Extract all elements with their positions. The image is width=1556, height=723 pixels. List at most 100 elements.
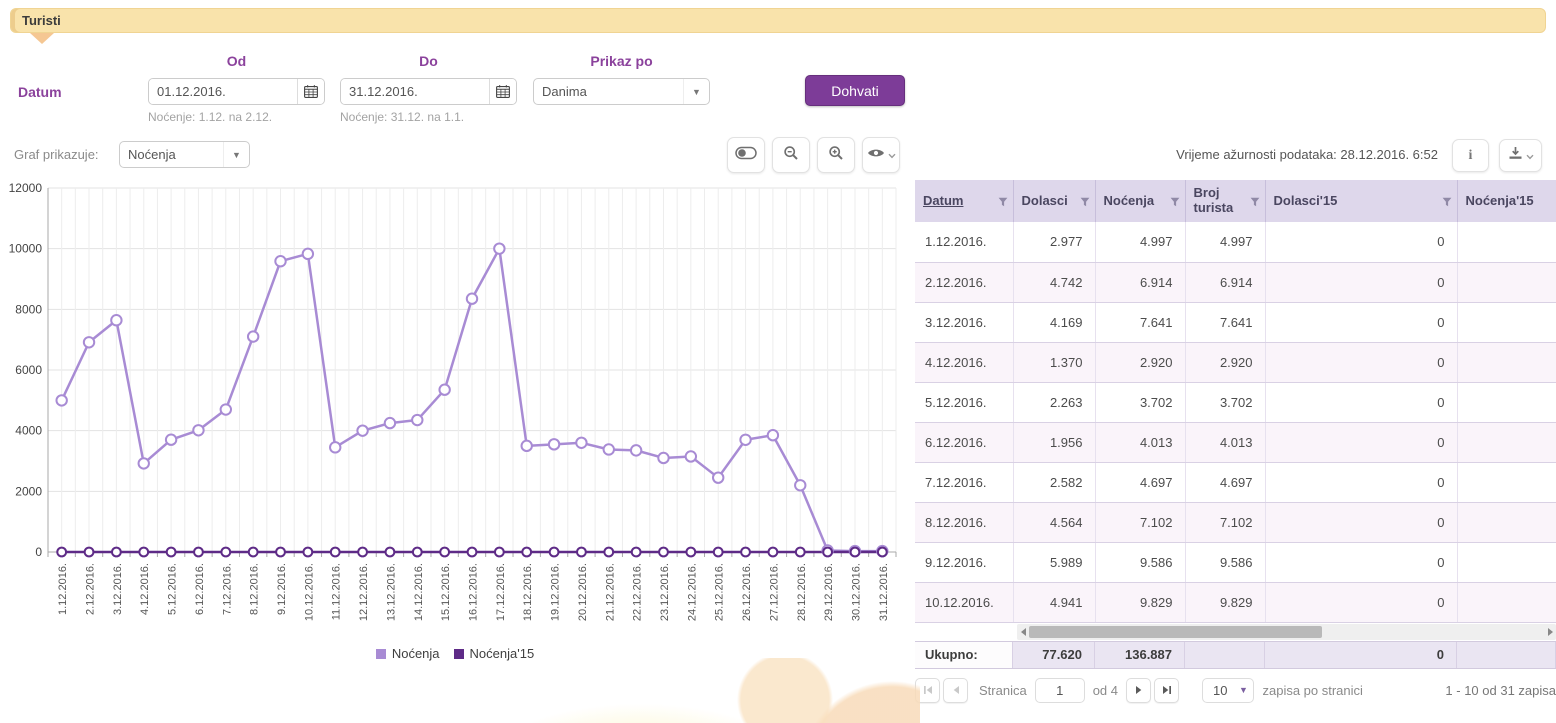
page-label: Stranica xyxy=(979,683,1027,698)
chart-legend: Noćenja Noćenja'15 xyxy=(0,646,910,661)
turisti-tab[interactable]: Turisti xyxy=(10,8,1546,33)
table-row[interactable]: 7.12.2016.2.5824.6974.6970 xyxy=(915,462,1556,502)
tab-pointer xyxy=(30,33,54,44)
svg-text:4000: 4000 xyxy=(15,424,42,438)
svg-text:11.12.2016.: 11.12.2016. xyxy=(331,563,343,620)
svg-text:14.12.2016.: 14.12.2016. xyxy=(413,563,425,621)
table-row[interactable]: 8.12.2016.4.5647.1027.1020 xyxy=(915,502,1556,542)
table-row[interactable]: 2.12.2016.4.7426.9146.9140 xyxy=(915,262,1556,302)
svg-text:1.12.2016.: 1.12.2016. xyxy=(57,563,69,615)
info-icon: i xyxy=(1469,148,1473,164)
info-button[interactable]: i xyxy=(1452,139,1489,172)
scrollbar-thumb[interactable] xyxy=(1029,626,1322,638)
zoom-in-icon xyxy=(828,145,844,166)
first-page-button[interactable] xyxy=(915,678,940,703)
svg-text:6000: 6000 xyxy=(15,363,42,377)
calendar-icon[interactable] xyxy=(489,79,516,104)
footer-decoration xyxy=(500,658,920,723)
page-number-input[interactable] xyxy=(1035,678,1085,703)
graf-prikazuje-select[interactable]: Noćenja ▼ xyxy=(119,141,250,168)
filter-icon[interactable] xyxy=(998,196,1008,211)
svg-text:29.12.2016.: 29.12.2016. xyxy=(823,563,835,621)
chevron-down-icon: ▼ xyxy=(223,142,249,167)
column-header[interactable]: Noćenja'15 xyxy=(1457,180,1556,222)
totals-label: Ukupno: xyxy=(915,642,1013,668)
next-page-button[interactable] xyxy=(1126,678,1151,703)
page-size-select[interactable]: 10 ▼ xyxy=(1202,678,1254,703)
calendar-icon[interactable] xyxy=(297,79,324,104)
table-row[interactable]: 4.12.2016.1.3702.9202.9200 xyxy=(915,342,1556,382)
filter-icon[interactable] xyxy=(1442,196,1452,211)
date-from-field xyxy=(148,78,325,105)
data-table: DatumDolasciNoćenjaBroj turistaDolasci'1… xyxy=(915,180,1556,623)
svg-text:23.12.2016.: 23.12.2016. xyxy=(659,563,671,621)
legend-item[interactable]: Noćenja'15 xyxy=(454,646,535,661)
totals-value: 77.620 xyxy=(1013,642,1095,668)
table-row[interactable]: 6.12.2016.1.9564.0134.0130 xyxy=(915,422,1556,462)
legend-swatch xyxy=(376,649,386,659)
svg-text:22.12.2016.: 22.12.2016. xyxy=(632,563,644,621)
filter-icon[interactable] xyxy=(1170,196,1180,211)
zoom-out-button[interactable] xyxy=(772,137,810,173)
svg-text:16.12.2016.: 16.12.2016. xyxy=(468,563,480,621)
scroll-right-icon[interactable] xyxy=(1544,628,1556,636)
filter-icon[interactable] xyxy=(1080,196,1090,211)
totals-value: 136.887 xyxy=(1095,642,1185,668)
prikaz-po-select[interactable]: Danima ▼ xyxy=(533,78,710,105)
column-header[interactable]: Broj turista xyxy=(1185,180,1265,222)
prikaz-po-value: Danima xyxy=(534,84,683,99)
table-row[interactable]: 5.12.2016.2.2633.7023.7020 xyxy=(915,382,1556,422)
svg-text:7.12.2016.: 7.12.2016. xyxy=(221,563,233,615)
svg-text:20.12.2016.: 20.12.2016. xyxy=(577,563,589,621)
totals-row: Ukupno:77.620136.8870 xyxy=(915,641,1556,669)
chevron-down-icon xyxy=(1526,147,1534,165)
date-to-field xyxy=(340,78,517,105)
previous-page-button[interactable] xyxy=(943,678,968,703)
svg-text:15.12.2016.: 15.12.2016. xyxy=(440,563,452,621)
column-header[interactable]: Dolasci'15 xyxy=(1265,180,1457,222)
prikaz-po-label: Prikaz po xyxy=(533,53,710,69)
date-to-input[interactable] xyxy=(341,79,489,104)
date-from-input[interactable] xyxy=(149,79,297,104)
zoom-in-button[interactable] xyxy=(817,137,855,173)
chevron-down-icon xyxy=(888,146,896,164)
svg-text:26.12.2016.: 26.12.2016. xyxy=(741,563,753,621)
table-row[interactable]: 1.12.2016.2.9774.9974.9970 xyxy=(915,222,1556,262)
scroll-left-icon[interactable] xyxy=(1017,628,1029,636)
column-header[interactable]: Noćenja xyxy=(1095,180,1185,222)
line-chart[interactable]: 0200040006000800010000120001.12.2016.2.1… xyxy=(0,180,910,642)
svg-text:9.12.2016.: 9.12.2016. xyxy=(276,563,288,615)
visibility-dropdown-button[interactable] xyxy=(862,137,900,173)
totals-value xyxy=(1185,642,1265,668)
svg-text:28.12.2016.: 28.12.2016. xyxy=(796,563,808,621)
table-row[interactable]: 9.12.2016.5.9899.5869.5860 xyxy=(915,542,1556,582)
legend-swatch xyxy=(454,649,464,659)
table-row[interactable]: 10.12.2016.4.9419.8299.8290 xyxy=(915,582,1556,622)
zoom-out-icon xyxy=(783,145,799,166)
dohvati-button[interactable]: Dohvati xyxy=(805,75,905,106)
svg-text:5.12.2016.: 5.12.2016. xyxy=(167,563,179,615)
column-header[interactable]: Dolasci xyxy=(1013,180,1095,222)
chart-toolbar xyxy=(727,137,900,173)
od-label: Od xyxy=(148,53,325,69)
svg-text:30.12.2016.: 30.12.2016. xyxy=(850,563,862,621)
last-page-button[interactable] xyxy=(1154,678,1179,703)
svg-text:10.12.2016.: 10.12.2016. xyxy=(303,563,315,621)
svg-text:4.12.2016.: 4.12.2016. xyxy=(139,563,151,615)
export-dropdown-button[interactable] xyxy=(1499,139,1542,172)
table-row[interactable]: 3.12.2016.4.1697.6417.6410 xyxy=(915,302,1556,342)
svg-text:19.12.2016.: 19.12.2016. xyxy=(550,563,562,621)
chevron-down-icon: ▼ xyxy=(683,79,709,104)
date-to-note: Noćenje: 31.12. na 1.1. xyxy=(340,110,464,124)
column-header[interactable]: Datum xyxy=(915,180,1013,222)
graf-prikazuje-value: Noćenja xyxy=(120,147,223,162)
chevron-down-icon: ▼ xyxy=(1233,685,1253,695)
horizontal-scrollbar[interactable] xyxy=(1017,624,1556,640)
legend-item[interactable]: Noćenja xyxy=(376,646,440,661)
graf-prikazuje-label: Graf prikazuje: xyxy=(14,147,99,162)
toggle-button[interactable] xyxy=(727,137,765,173)
data-updated-label: Vrijeme ažurnosti podataka: 28.12.2016. … xyxy=(1176,147,1438,162)
filter-icon[interactable] xyxy=(1250,196,1260,211)
svg-text:6.12.2016.: 6.12.2016. xyxy=(194,563,206,615)
svg-text:27.12.2016.: 27.12.2016. xyxy=(768,563,780,621)
